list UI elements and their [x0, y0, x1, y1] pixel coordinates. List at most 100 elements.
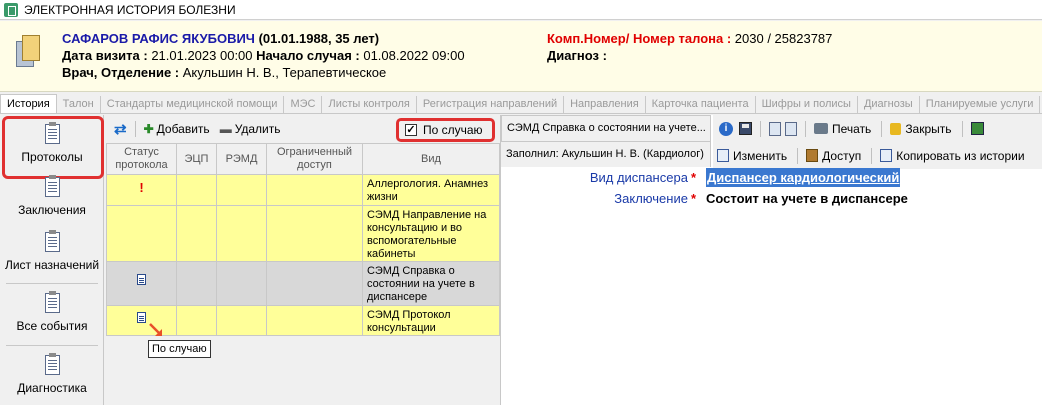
tooltip: По случаю	[148, 340, 211, 358]
main-tabs: История Талон Стандарты медицинской помо…	[0, 94, 1042, 114]
close-button[interactable]: Закрыть	[890, 122, 952, 136]
patient-documents-icon	[16, 35, 42, 69]
case-start-label: Начало случая :	[256, 48, 360, 63]
dispensary-type-value[interactable]: Диспансер кардиологический	[706, 168, 901, 187]
sidebar-item-diagnostics[interactable]: Диагностика	[0, 353, 104, 395]
case-start-value: 01.08.2022 09:00	[363, 48, 465, 63]
conclusion-document-icon	[42, 175, 62, 199]
column-signature[interactable]: ЭЦП	[176, 143, 217, 175]
tab-diagnoses[interactable]: Диагнозы	[858, 96, 920, 113]
tab-referral-registration[interactable]: Регистрация направлений	[417, 96, 565, 113]
sidebar-item-conclusions[interactable]: Заключения	[0, 175, 104, 217]
column-remd[interactable]: РЭМД	[216, 143, 267, 175]
status-cell	[106, 305, 177, 336]
sign-icon[interactable]	[970, 122, 984, 135]
doctor-value: Акульшин Н. В., Терапевтическое	[182, 65, 387, 80]
patient-name-line: САФАРОВ РАФИС ЯКУБОВИЧ (01.01.1988, 35 л…	[62, 31, 379, 46]
column-status[interactable]: Статус протокола	[106, 143, 177, 175]
by-case-checkbox[interactable]: ✓ По случаю	[396, 118, 495, 142]
tab-codes-policies[interactable]: Шифры и полисы	[756, 96, 858, 113]
tab-standards[interactable]: Стандарты медицинской помощи	[101, 96, 285, 113]
tab-planned-services[interactable]: Планируемые услуги	[920, 96, 1041, 113]
remd-cell	[216, 174, 267, 206]
diagnosis-line: Диагноз :	[547, 48, 607, 63]
document-icon	[137, 312, 146, 323]
minus-icon: ▬	[219, 121, 232, 136]
copy-from-history-button[interactable]: Копировать из истории	[880, 148, 1025, 163]
tab-patient-card[interactable]: Карточка пациента	[646, 96, 756, 113]
tab-ticket[interactable]: Талон	[57, 96, 101, 113]
document-tab[interactable]: СЭМД Справка о состоянии на учете...	[501, 115, 711, 142]
app-icon	[4, 2, 18, 17]
sidebar-item-label: Заключения	[18, 203, 86, 217]
kind-cell: СЭМД Направление на консультацию и во вс…	[362, 205, 500, 262]
tab-control-sheets[interactable]: Листы контроля	[322, 96, 417, 113]
sidebar: Протоколы Заключения Лист назначений Все…	[0, 115, 104, 405]
plus-icon: ✚	[143, 121, 154, 136]
doctor-line: Врач, Отделение : Акульшин Н. В., Терапе…	[62, 65, 386, 80]
restricted-cell	[266, 305, 363, 336]
edit-button[interactable]: Изменить	[717, 149, 787, 163]
toolbar-divider	[961, 120, 963, 137]
protocols-toolbar: ⇄ ✚ Добавить ▬ Удалить ✓ По случаю	[106, 115, 499, 142]
remd-cell	[216, 205, 267, 262]
refresh-icon[interactable]: ⇄	[114, 120, 127, 138]
restricted-cell	[266, 205, 363, 262]
table-row[interactable]: СЭМД Направление на консультацию и во вс…	[106, 205, 500, 262]
sidebar-item-label: Все события	[16, 319, 88, 333]
copy-document-icon[interactable]	[769, 121, 781, 136]
info-icon[interactable]: i	[719, 121, 733, 136]
diagnostics-icon	[42, 353, 62, 377]
exclamation-icon: !	[139, 180, 144, 195]
lock-icon	[890, 122, 902, 135]
paste-document-icon[interactable]	[785, 121, 797, 136]
signature-cell	[176, 174, 217, 206]
required-mark: *	[690, 191, 696, 206]
sidebar-item-label: Протоколы	[21, 150, 83, 164]
conclusion-value[interactable]: Состоит на учете в диспансере	[706, 189, 908, 208]
toolbar-divider	[760, 120, 761, 137]
toolbar-divider	[871, 147, 873, 164]
events-document-icon	[42, 291, 62, 315]
sidebar-item-label: Лист назначений	[4, 258, 100, 272]
access-button[interactable]: Доступ	[806, 149, 861, 163]
delete-button[interactable]: ▬ Удалить	[220, 122, 281, 136]
document-toolbar: i Печать Закрыть	[713, 115, 1042, 142]
sidebar-item-protocols[interactable]: Протоколы	[0, 122, 104, 164]
add-button[interactable]: ✚ Добавить	[144, 122, 210, 136]
title-bar: ЭЛЕКТРОННАЯ ИСТОРИЯ БОЛЕЗНИ	[0, 0, 1042, 20]
document-toolbar-2: Изменить Доступ Копировать из истории	[713, 142, 1042, 169]
sidebar-item-prescriptions[interactable]: Лист назначений	[0, 230, 104, 272]
save-icon[interactable]	[739, 122, 752, 135]
filled-by: Заполнил: Акульшин Н. В. (Кардиолог)	[501, 142, 711, 167]
toolbar-divider	[805, 120, 806, 137]
add-label: Добавить	[156, 121, 210, 136]
field-label: Вид диспансера *	[589, 170, 696, 185]
sidebar-item-all-events[interactable]: Все события	[0, 291, 104, 333]
print-label: Печать	[832, 121, 872, 136]
toolbar-divider	[797, 147, 799, 164]
tab-history[interactable]: История	[0, 94, 57, 113]
kind-cell: СЭМД Справка о состоянии на учете в дисп…	[362, 261, 500, 306]
copy-history-icon	[880, 149, 893, 162]
column-restricted[interactable]: Ограниченный доступ	[266, 143, 363, 175]
required-mark: *	[690, 170, 696, 185]
edit-icon	[717, 149, 729, 162]
table-header-row: Статус протокола ЭЦП РЭМД Ограниченный д…	[106, 143, 500, 175]
checkbox-checked-icon[interactable]: ✓	[405, 124, 417, 136]
keys-icon	[806, 149, 819, 162]
patient-dob-age: (01.01.1988, 35 лет)	[258, 31, 380, 46]
protocols-table: Статус протокола ЭЦП РЭМД Ограниченный д…	[106, 143, 500, 336]
tab-referrals[interactable]: Направления	[564, 96, 646, 113]
table-row[interactable]: СЭМД Справка о состоянии на учете в дисп…	[106, 261, 500, 306]
kind-cell: СЭМД Протокол консультации	[362, 305, 500, 336]
comp-number-label: Комп.Номер/ Номер талона :	[547, 31, 732, 46]
copy-history-label: Копировать из истории	[896, 148, 1025, 163]
delete-label: Удалить	[234, 121, 281, 136]
table-row[interactable]: СЭМД Протокол консультации	[106, 305, 500, 336]
print-button[interactable]: Печать	[814, 122, 871, 136]
column-kind[interactable]: Вид	[362, 143, 500, 175]
sidebar-divider	[6, 283, 98, 284]
tab-mes[interactable]: МЭС	[284, 96, 323, 113]
table-row[interactable]: ! Аллергология. Анамнез жизни	[106, 174, 500, 206]
